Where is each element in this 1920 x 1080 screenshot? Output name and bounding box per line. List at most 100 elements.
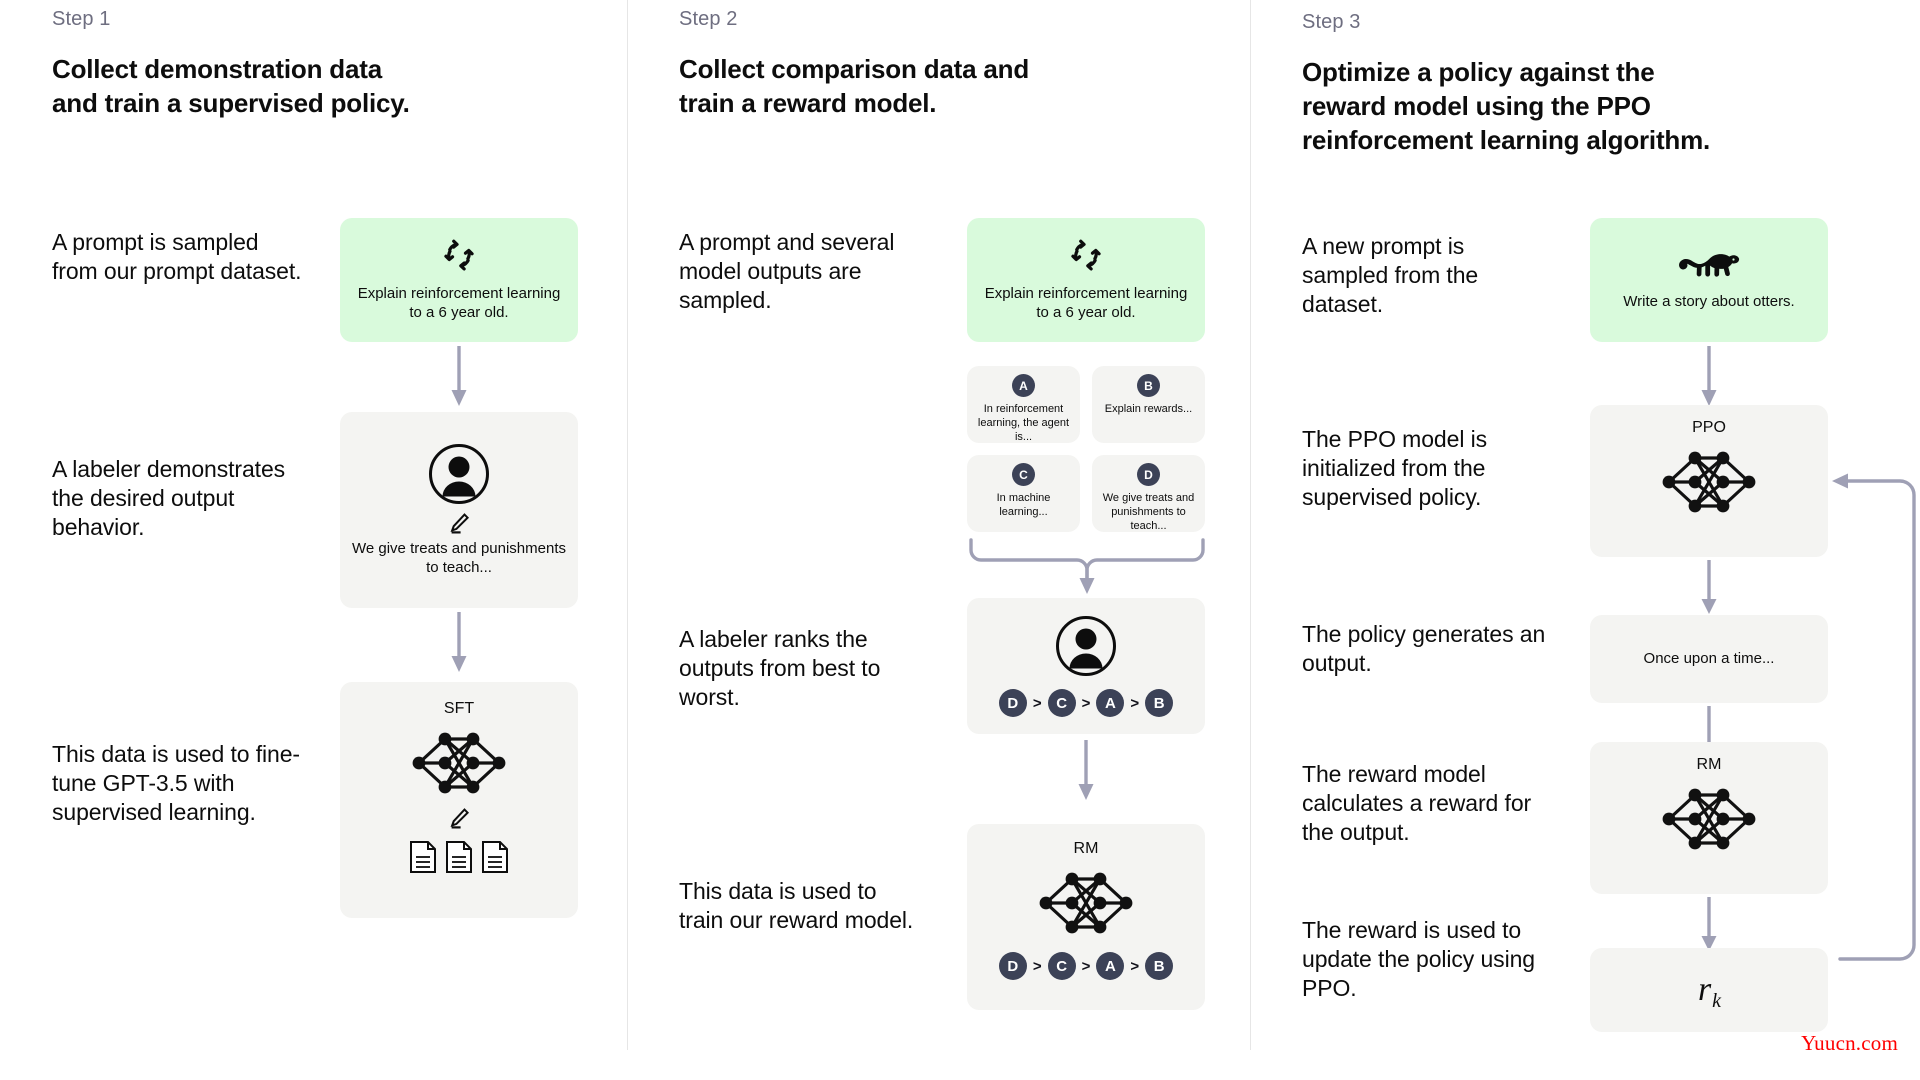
- step-2-text-1: A prompt and several model outputs are s…: [679, 229, 895, 314]
- step-3-text-2: The PPO model is initialized from the su…: [1302, 426, 1488, 511]
- rm-rank-separator-2: >: [1081, 957, 1091, 975]
- rm-rank-badge-3: A: [1096, 952, 1125, 980]
- step-2-labeler-card[interactable]: D > C > A > B: [967, 598, 1205, 734]
- step-1-text-3: This data is used to fine-tune GPT-3.5 w…: [52, 741, 300, 826]
- rank-badge-2: C: [1047, 689, 1076, 717]
- watermark: Yuucn.com: [1801, 1031, 1898, 1055]
- step-3-output-caption: Once upon a time...: [1643, 650, 1775, 668]
- step-1-prompt-caption: Explain reinforcement learning to a 6 ye…: [357, 284, 561, 322]
- step-2-rm-ranking: D > C > A > B: [998, 952, 1174, 980]
- person-icon: [1055, 615, 1117, 677]
- step-1-title-line-2: and train a supervised policy.: [52, 88, 410, 119]
- step-1-text-2: A labeler demonstrates the desired outpu…: [52, 456, 286, 541]
- otter-icon: [1676, 248, 1742, 282]
- step-3-title-line-3: reinforcement learning algorithm.: [1302, 125, 1711, 156]
- step-2-arrow-2: [1075, 740, 1097, 802]
- step-3-title-line-2: reward model using the PPO: [1302, 91, 1651, 122]
- step-3-column: Step 3 Optimize a policy against the rew…: [1250, 0, 1920, 1080]
- neural-network-icon: [1655, 782, 1763, 856]
- step-2-prompt-card[interactable]: Explain reinforcement learning to a 6 ye…: [967, 218, 1205, 342]
- pencil-icon: [447, 511, 471, 535]
- output-caption-c: In machine learning...: [996, 492, 1051, 519]
- rm-rank-separator-3: >: [1130, 957, 1140, 975]
- rm-rank-badge-2: C: [1047, 952, 1076, 980]
- output-badge-d: D: [1137, 463, 1160, 486]
- rank-separator-3: >: [1130, 694, 1140, 712]
- reward-symbol: rk: [1697, 971, 1722, 1012]
- step-2-labeler-ranking: D > C > A > B: [998, 689, 1174, 717]
- step-1-title-line-1: Collect demonstration data: [52, 54, 382, 84]
- rank-badge-3: A: [1096, 689, 1125, 717]
- step-3-label: Step 3: [1302, 11, 1361, 33]
- neural-network-icon: [1655, 445, 1763, 519]
- step-1-column: Step 1 Collect demonstration data and tr…: [0, 0, 627, 1080]
- pencil-icon: [447, 806, 471, 830]
- step-3-rm-title: RM: [1696, 756, 1722, 773]
- step-1-prompt-card[interactable]: Explain reinforcement learning to a 6 ye…: [340, 218, 578, 342]
- step-3-text-4: The reward model calculates a reward for…: [1302, 761, 1532, 846]
- step-2-output-card-a[interactable]: A In reinforcement learning, the agent i…: [967, 366, 1080, 443]
- output-caption-d: We give treats and punishments to teach.…: [1102, 492, 1195, 533]
- step-2-prompt-caption: Explain reinforcement learning to a 6 ye…: [984, 284, 1188, 322]
- output-caption-b: Explain rewards...: [1104, 403, 1193, 415]
- neural-network-icon: [405, 726, 513, 800]
- step-2-rm-title: RM: [1073, 840, 1099, 857]
- step-1-sft-card[interactable]: SFT: [340, 682, 578, 918]
- step-1-label: Step 1: [52, 8, 111, 30]
- rm-rank-separator-1: >: [1032, 957, 1042, 975]
- step-1-arrow-2: [448, 612, 470, 674]
- neural-network-icon: [1032, 866, 1140, 940]
- step-3-ppo-title: PPO: [1692, 419, 1726, 436]
- step-2-title-line-1: Collect comparison data and: [679, 54, 1030, 84]
- step-3-ppo-card[interactable]: PPO: [1590, 405, 1828, 557]
- step-2-output-card-b[interactable]: B Explain rewards...: [1092, 366, 1205, 443]
- step-2-text-2: A labeler ranks the outputs from best to…: [679, 626, 881, 711]
- step-3-reward-card[interactable]: rk: [1590, 948, 1828, 1032]
- rank-badge-4: B: [1145, 689, 1174, 717]
- step-1-text-1: A prompt is sampled from our prompt data…: [52, 229, 302, 285]
- rank-separator-1: >: [1032, 694, 1042, 712]
- cycle-icon: [1069, 238, 1103, 272]
- output-badge-a: A: [1012, 374, 1035, 397]
- rm-rank-badge-1: D: [998, 952, 1027, 980]
- step-3-text-3: The policy generates an output.: [1302, 621, 1546, 677]
- step-3-arrow-1: [1698, 346, 1720, 408]
- step-2-merge-arrow: [967, 536, 1207, 598]
- person-icon: [428, 443, 490, 505]
- step-3-arrow-2: [1698, 560, 1720, 616]
- step-2-rm-card[interactable]: RM D > C > A > B: [967, 824, 1205, 1010]
- step-3-title-line-1: Optimize a policy against the: [1302, 57, 1655, 87]
- rank-separator-2: >: [1081, 694, 1091, 712]
- step-2-label: Step 2: [679, 8, 738, 30]
- step-3-arrow-4: [1698, 897, 1720, 953]
- output-badge-b: B: [1137, 374, 1160, 397]
- step-1-title: Collect demonstration data and train a s…: [52, 52, 522, 120]
- step-1-arrow-1: [448, 346, 470, 408]
- step-3-text-5: The reward is used to update the policy …: [1302, 917, 1535, 1002]
- step-3-title: Optimize a policy against the reward mod…: [1302, 55, 1812, 157]
- step-3-output-card[interactable]: Once upon a time...: [1590, 615, 1828, 703]
- documents-icon: [408, 840, 510, 874]
- reward-symbol-base: r: [1697, 971, 1712, 1008]
- rlhf-diagram: Step 1 Collect demonstration data and tr…: [0, 0, 1920, 1080]
- step-1-sft-title: SFT: [443, 700, 475, 717]
- reward-symbol-subscript: k: [1712, 990, 1722, 1012]
- step-2-output-card-c[interactable]: C In machine learning...: [967, 455, 1080, 532]
- step-3-text-1: A new prompt is sampled from the dataset…: [1302, 233, 1479, 318]
- output-badge-c: C: [1012, 463, 1035, 486]
- cycle-icon: [442, 238, 476, 272]
- step-2-title-line-2: train a reward model.: [679, 88, 937, 119]
- step-3-feedback-loop-arrow: [1826, 465, 1920, 995]
- step-3-prompt-caption: Write a story about otters.: [1623, 293, 1795, 311]
- step-1-labeler-caption: We give treats and punishments to teach.…: [351, 539, 566, 577]
- step-2-column: Step 2 Collect comparison data and train…: [627, 0, 1250, 1080]
- rank-badge-1: D: [998, 689, 1027, 717]
- step-3-prompt-card[interactable]: Write a story about otters.: [1590, 218, 1828, 342]
- rm-rank-badge-4: B: [1145, 952, 1174, 980]
- step-2-title: Collect comparison data and train a rewa…: [679, 52, 1149, 120]
- step-1-labeler-card[interactable]: We give treats and punishments to teach.…: [340, 412, 578, 608]
- output-caption-a: In reinforcement learning, the agent is.…: [977, 403, 1070, 444]
- step-3-rm-card[interactable]: RM: [1590, 742, 1828, 894]
- step-2-text-3: This data is used to train our reward mo…: [679, 878, 914, 934]
- step-2-output-card-d[interactable]: D We give treats and punishments to teac…: [1092, 455, 1205, 532]
